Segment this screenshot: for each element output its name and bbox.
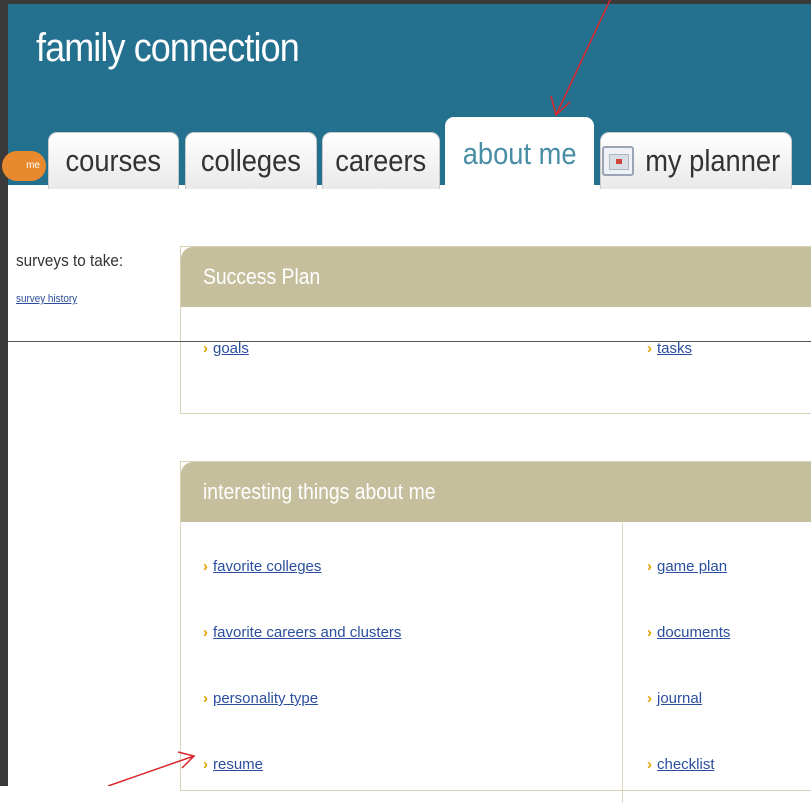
favorite-careers-link[interactable]: favorite careers and clusters xyxy=(213,624,401,641)
horizontal-guide-line xyxy=(8,341,811,342)
chevron-right-icon: › xyxy=(203,558,208,575)
tab-careers-label: careers xyxy=(335,143,427,178)
chevron-right-icon: › xyxy=(647,624,652,641)
planner-icon xyxy=(602,146,635,176)
success-plan-panel: Success Plan › goals › tasks xyxy=(180,246,811,414)
journal-item: › journal xyxy=(647,690,702,708)
favorite-careers-item: › favorite careers and clusters xyxy=(203,624,401,642)
favorite-colleges-item: › favorite colleges xyxy=(203,558,321,576)
goals-item: › goals xyxy=(203,340,249,358)
tab-about-me-label: about me xyxy=(462,136,577,171)
chevron-right-icon: › xyxy=(647,756,652,773)
tab-careers[interactable]: careers xyxy=(322,132,440,189)
interesting-things-header: interesting things about me xyxy=(181,462,811,522)
resume-link[interactable]: resume xyxy=(213,756,263,773)
interesting-things-title: interesting things about me xyxy=(203,479,436,504)
chevron-right-icon: › xyxy=(647,340,652,357)
success-plan-title: Success Plan xyxy=(203,264,321,289)
documents-link[interactable]: documents xyxy=(657,624,730,641)
chevron-right-icon: › xyxy=(203,624,208,641)
tab-colleges-label: colleges xyxy=(200,143,302,178)
tab-my-planner[interactable]: my planner xyxy=(600,132,792,189)
home-tab[interactable]: me xyxy=(2,151,46,181)
checklist-item: › checklist xyxy=(647,756,715,774)
personality-type-link[interactable]: personality type xyxy=(213,690,318,707)
game-plan-link[interactable]: game plan xyxy=(657,558,727,575)
chevron-right-icon: › xyxy=(203,690,208,707)
tab-my-planner-label: my planner xyxy=(645,143,781,178)
journal-link[interactable]: journal xyxy=(657,690,702,707)
surveys-to-take-label: surveys to take: xyxy=(16,251,124,270)
interesting-things-panel: interesting things about me › favorite co… xyxy=(180,461,811,803)
tab-about-me[interactable]: about me xyxy=(445,117,594,189)
chevron-right-icon: › xyxy=(647,558,652,575)
game-plan-item: › game plan xyxy=(647,558,727,576)
tab-courses-label: courses xyxy=(65,143,162,178)
goals-link[interactable]: goals xyxy=(213,340,249,357)
chevron-right-icon: › xyxy=(203,340,208,357)
resume-item: › resume xyxy=(203,756,263,774)
app-header: family connection me courses colleges ca… xyxy=(2,4,811,189)
tasks-item: › tasks xyxy=(647,340,692,358)
column-divider xyxy=(622,523,623,803)
window-frame-left xyxy=(0,0,8,786)
survey-history-link[interactable]: survey history xyxy=(16,293,77,305)
chevron-right-icon: › xyxy=(203,756,208,773)
app-title: family connection xyxy=(36,26,300,70)
checklist-link[interactable]: checklist xyxy=(657,756,715,773)
personality-type-item: › personality type xyxy=(203,690,318,708)
favorite-colleges-link[interactable]: favorite colleges xyxy=(213,558,321,575)
tab-courses[interactable]: courses xyxy=(48,132,179,189)
chevron-right-icon: › xyxy=(647,690,652,707)
tab-colleges[interactable]: colleges xyxy=(185,132,317,189)
documents-item: › documents xyxy=(647,624,730,642)
success-plan-header: Success Plan xyxy=(181,247,811,307)
tasks-link[interactable]: tasks xyxy=(657,340,692,357)
